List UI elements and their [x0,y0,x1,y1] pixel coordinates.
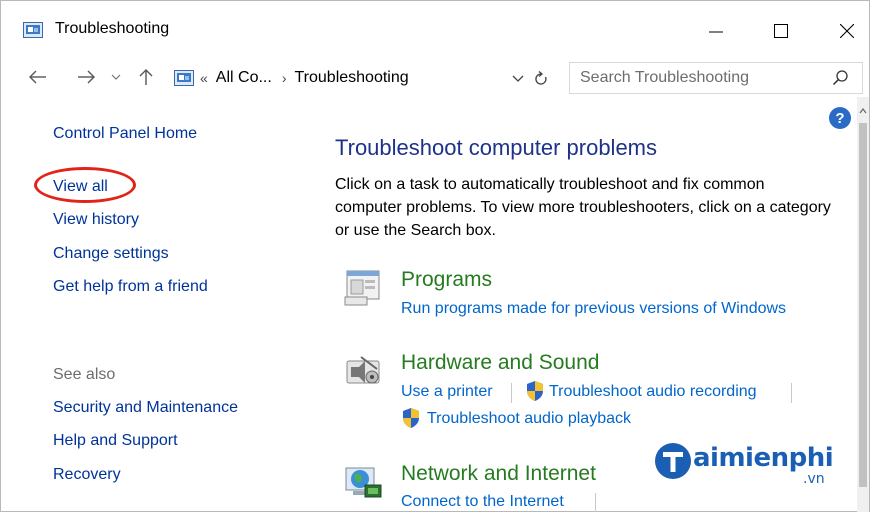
change-settings-link[interactable]: Change settings [53,245,169,263]
refresh-button[interactable] [532,69,550,89]
troubleshoot-audio-recording-link[interactable]: Troubleshoot audio recording [549,383,757,401]
address-dropdown-button[interactable] [510,69,526,89]
troubleshooting-window: Troubleshooting « All Co... › Troublesho… [0,0,870,512]
intro-text: Click on a task to automatically trouble… [335,176,831,239]
chevron-down-icon [111,74,121,80]
breadcrumb-overflow[interactable]: « [200,70,208,86]
maximize-button[interactable] [758,11,804,51]
recent-locations-button[interactable] [109,63,123,91]
help-and-support-link[interactable]: Help and Support [53,432,178,450]
watermark-brand: aimienphi [693,443,834,473]
minimize-icon [709,31,723,33]
chevron-down-icon [512,75,524,82]
watermark-suffix: .vn [803,471,825,487]
get-help-from-friend-link[interactable]: Get help from a friend [53,278,208,296]
network-icon[interactable] [343,463,383,503]
arrow-left-icon [29,70,46,84]
view-history-link[interactable]: View history [53,211,139,229]
forward-button[interactable] [73,63,99,91]
scroll-thumb[interactable] [859,123,867,487]
link-separator [595,493,596,512]
close-button[interactable] [824,11,870,51]
see-also-label: See also [53,366,116,383]
scroll-up-button[interactable] [857,105,869,117]
title-bar: Troubleshooting [1,1,869,59]
up-button[interactable] [135,63,157,91]
category-programs-title[interactable]: Programs [401,268,492,292]
security-and-maintenance-link[interactable]: Security and Maintenance [53,399,238,417]
minimize-button[interactable] [693,11,739,51]
category-hardware-sound-title[interactable]: Hardware and Sound [401,351,599,375]
uac-shield-icon [527,381,543,401]
category-network-internet-title[interactable]: Network and Internet [401,462,596,486]
arrow-up-icon [139,69,153,85]
uac-shield-icon [403,408,419,428]
maximize-icon [774,24,788,38]
left-navigation-pane: Control Panel Home View all View history… [1,97,311,512]
run-older-programs-link[interactable]: Run programs made for previous versions … [401,300,786,318]
control-panel-icon [174,70,194,86]
refresh-icon [535,71,547,85]
breadcrumb-all-control-panel[interactable]: All Co... [216,69,272,87]
taimienphi-watermark: aimienphi .vn [653,439,853,495]
page-heading: Troubleshoot computer problems [335,135,658,160]
link-separator [511,383,512,403]
search-box[interactable] [569,62,863,94]
recovery-link[interactable]: Recovery [53,466,121,484]
breadcrumb-troubleshooting[interactable]: Troubleshooting [294,69,408,87]
address-bar[interactable]: « All Co... › Troubleshooting [165,62,559,94]
breadcrumb-separator[interactable]: › [282,70,287,86]
view-all-link[interactable]: View all [53,178,108,196]
programs-icon[interactable] [343,267,383,307]
link-separator [791,383,792,403]
back-button[interactable] [25,63,51,91]
control-panel-home-link[interactable]: Control Panel Home [53,125,197,143]
arrow-right-icon [78,70,95,84]
use-a-printer-link[interactable]: Use a printer [401,383,493,401]
hardware-sound-icon[interactable] [343,351,383,391]
close-icon [840,24,854,38]
connect-to-internet-link[interactable]: Connect to the Internet [401,493,564,511]
window-title: Troubleshooting [55,20,170,37]
troubleshoot-audio-playback-link[interactable]: Troubleshoot audio playback [427,410,631,428]
vertical-scrollbar[interactable] [857,97,869,512]
taimienphi-logo-icon [655,443,691,479]
chevron-up-icon [859,108,867,114]
search-input[interactable] [580,68,820,88]
control-panel-app-icon [23,22,43,38]
search-icon[interactable] [832,69,850,87]
navigation-bar: « All Co... › Troubleshooting [1,59,869,97]
